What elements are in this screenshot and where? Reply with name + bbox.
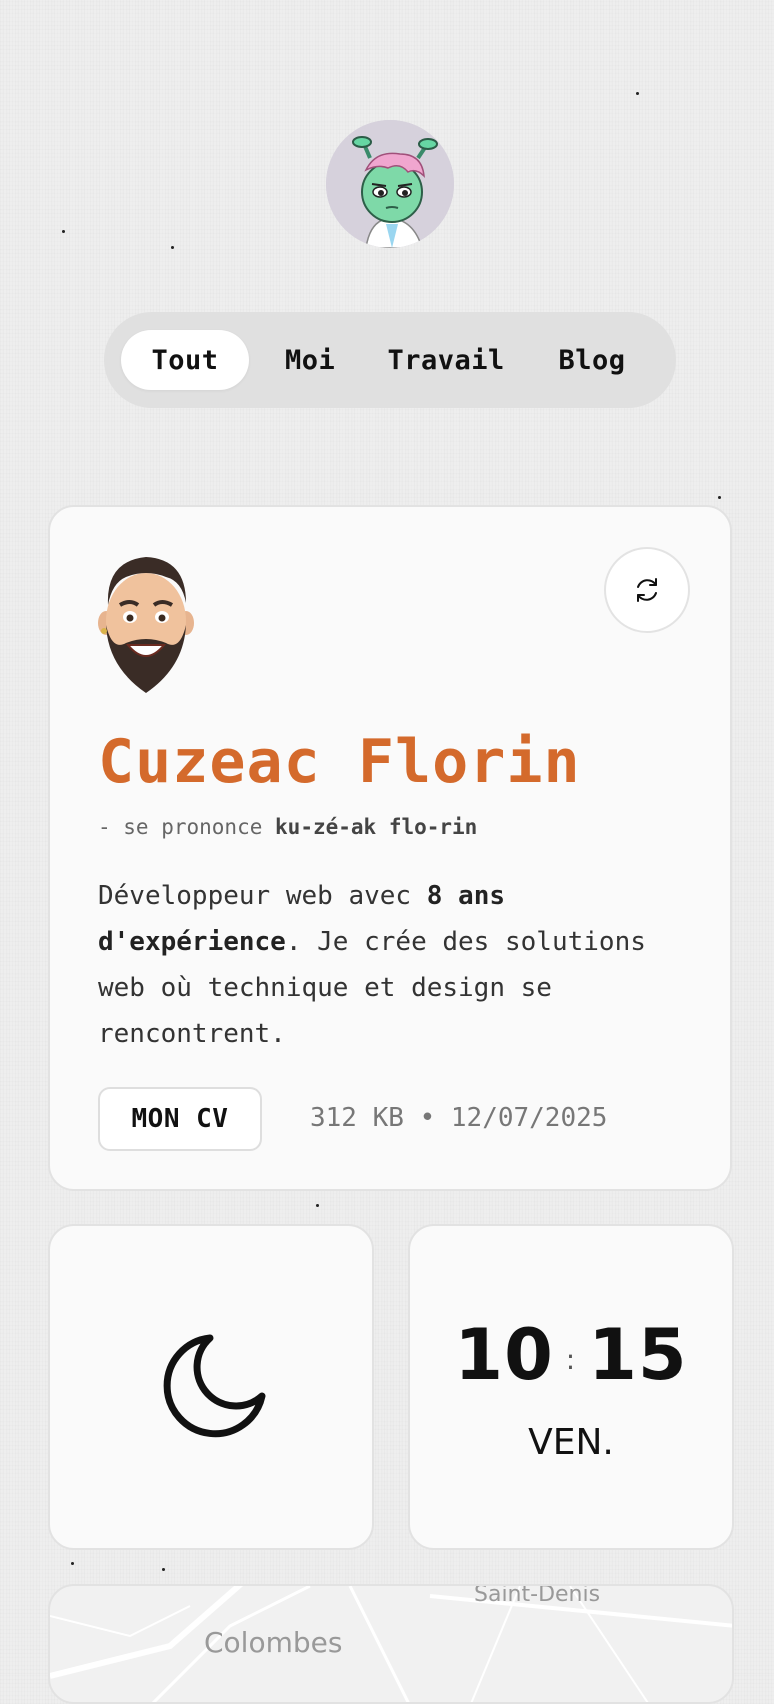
cv-meta: 312 KB • 12/07/2025 bbox=[310, 1103, 607, 1133]
clock-day: VEN. bbox=[528, 1422, 614, 1463]
map-label-colombes: Colombes bbox=[204, 1626, 343, 1659]
clock-hours: 10 bbox=[454, 1314, 554, 1396]
theme-toggle-card[interactable] bbox=[48, 1224, 374, 1550]
map-roads bbox=[50, 1586, 732, 1702]
bio: Développeur web avec 8 ans d'expérience.… bbox=[98, 873, 688, 1057]
cv-size: 312 KB bbox=[310, 1103, 404, 1133]
decor-dot bbox=[636, 92, 639, 95]
bio-intro: Développeur web avec bbox=[98, 881, 427, 911]
site-avatar[interactable] bbox=[326, 120, 454, 248]
pronunciation-prefix: - se prononce bbox=[98, 815, 263, 839]
tab-tout[interactable]: Tout bbox=[121, 330, 250, 390]
clock-minutes: 15 bbox=[588, 1314, 688, 1396]
pronunciation-value: ku-zé-ak flo-rin bbox=[275, 815, 478, 839]
refresh-icon bbox=[637, 578, 657, 602]
map-label-saint-denis: Saint-Denis bbox=[474, 1584, 601, 1607]
cv-button[interactable]: MON CV bbox=[98, 1087, 262, 1151]
clock-card: 10:15 VEN. bbox=[408, 1224, 734, 1550]
alien-avatar-illustration bbox=[326, 120, 454, 248]
map-card[interactable]: Saint-Denis Colombes bbox=[48, 1584, 734, 1704]
tab-blog[interactable]: Blog bbox=[525, 330, 659, 390]
decor-dot bbox=[162, 1568, 165, 1571]
refresh-button[interactable] bbox=[604, 547, 690, 633]
decor-dot bbox=[62, 230, 65, 233]
pronunciation: - se prononce ku-zé-ak flo-rin bbox=[98, 815, 477, 839]
clock-separator: : bbox=[565, 1343, 577, 1377]
moon-icon bbox=[163, 1334, 266, 1438]
decor-dot bbox=[316, 1204, 319, 1207]
cv-separator: • bbox=[419, 1103, 436, 1133]
profile-name: Cuzeac Florin bbox=[98, 727, 581, 797]
tab-travail[interactable]: Travail bbox=[371, 330, 521, 390]
decor-dot bbox=[171, 246, 174, 249]
profile-card: Cuzeac Florin - se prononce ku-zé-ak flo… bbox=[48, 505, 732, 1191]
cv-date: 12/07/2025 bbox=[450, 1103, 608, 1133]
decor-dot bbox=[718, 496, 721, 499]
clock-time: 10:15 bbox=[410, 1314, 732, 1396]
tab-moi[interactable]: Moi bbox=[253, 330, 367, 390]
main-nav: Tout Moi Travail Blog bbox=[104, 312, 676, 408]
decor-dot bbox=[71, 1562, 74, 1565]
memoji-avatar bbox=[96, 547, 196, 697]
memoji-illustration bbox=[98, 557, 194, 693]
